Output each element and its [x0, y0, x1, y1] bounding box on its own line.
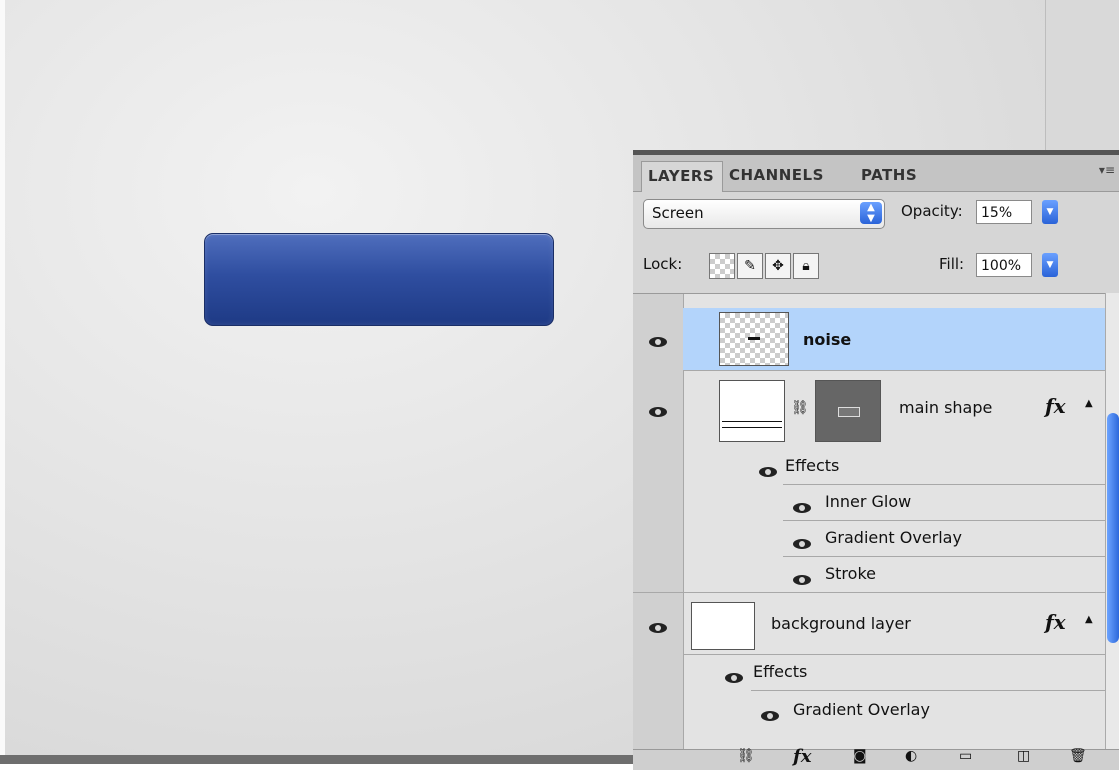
eye-icon[interactable] — [649, 618, 667, 637]
panel-tabs: LAYERS CHANNELS PATHS ▾≡ — [633, 155, 1119, 192]
lock-transparent-pixels-icon[interactable] — [709, 253, 735, 279]
chain-link-icon[interactable]: ⛓ — [791, 400, 809, 416]
row-divider — [751, 690, 1105, 691]
layers-list: noise ⛓ main shape fx ▲ Effects Inner Gl… — [633, 293, 1105, 750]
row-divider — [683, 654, 1105, 655]
eye-icon[interactable] — [759, 462, 777, 481]
scrollbar-thumb[interactable] — [1107, 413, 1119, 643]
new-group-icon[interactable]: ▭ — [959, 748, 972, 764]
up-down-arrows-icon[interactable]: ▲ ▼ — [860, 202, 882, 224]
tab-channels[interactable]: CHANNELS — [729, 161, 847, 191]
collapse-triangle-icon[interactable]: ▲ — [1085, 614, 1093, 625]
layers-panel: LAYERS CHANNELS PATHS ▾≡ Screen ▲ ▼ Opaci… — [633, 150, 1119, 770]
row-divider — [683, 370, 1105, 371]
row-divider — [783, 556, 1105, 557]
link-layers-icon[interactable]: ⛓ — [737, 748, 755, 764]
eye-icon[interactable] — [793, 534, 811, 553]
canvas-edge — [0, 0, 5, 764]
effect-gradient-overlay[interactable]: Gradient Overlay — [825, 528, 962, 547]
row-divider — [783, 484, 1105, 485]
opacity-field[interactable]: 15% — [976, 200, 1032, 224]
effects-label: Effects — [753, 662, 808, 681]
effect-stroke[interactable]: Stroke — [825, 564, 876, 583]
effect-gradient-overlay[interactable]: Gradient Overlay — [793, 700, 930, 719]
effect-inner-glow[interactable]: Inner Glow — [825, 492, 911, 511]
layer-thumbnail-noise — [719, 312, 789, 366]
opacity-label: Opacity: — [901, 202, 963, 220]
blend-mode-select[interactable]: Screen ▲ ▼ — [643, 199, 885, 229]
layer-name-main-shape[interactable]: main shape — [899, 398, 992, 417]
eye-icon[interactable] — [649, 332, 667, 351]
layer-fx-icon[interactable]: fx — [1045, 394, 1066, 418]
blend-mode-value: Screen — [652, 204, 704, 222]
lock-image-pixels-icon[interactable]: ✎ — [737, 253, 763, 279]
row-divider — [783, 520, 1105, 521]
adjustment-layer-icon[interactable]: ◐ — [905, 748, 917, 764]
effects-label: Effects — [785, 456, 840, 475]
panel-menu-icon[interactable]: ▾≡ — [1099, 163, 1115, 177]
collapse-triangle-icon[interactable]: ▲ — [1085, 398, 1093, 409]
fill-dropdown-icon[interactable]: ▼ — [1042, 253, 1058, 277]
eye-icon[interactable] — [725, 668, 743, 687]
trash-icon[interactable]: 🗑︎ — [1069, 748, 1087, 764]
fill-label: Fill: — [939, 255, 965, 273]
lock-position-icon[interactable]: ✥ — [765, 253, 791, 279]
eye-icon[interactable] — [649, 402, 667, 421]
eye-icon[interactable] — [761, 706, 779, 725]
tab-paths[interactable]: PATHS — [861, 161, 941, 191]
layers-footer-toolbar: ⛓ fx ◙ ◐ ▭ ◫ 🗑︎ — [633, 746, 1119, 770]
layer-name-noise[interactable]: noise — [803, 330, 851, 349]
layer-thumbnail-main-shape — [719, 380, 785, 442]
layer-name-background[interactable]: background layer — [771, 614, 911, 633]
blue-rounded-button-shape — [204, 233, 554, 326]
visibility-column — [633, 294, 684, 750]
lock-all-icon[interactable]: 🔒︎ — [793, 253, 819, 279]
layer-thumbnail-background — [691, 602, 755, 650]
new-layer-icon[interactable]: ◫ — [1017, 748, 1030, 764]
row-divider — [633, 592, 1105, 593]
tab-layers[interactable]: LAYERS — [641, 161, 723, 192]
eye-icon[interactable] — [793, 498, 811, 517]
opacity-dropdown-icon[interactable]: ▼ — [1042, 200, 1058, 224]
fill-field[interactable]: 100% — [976, 253, 1032, 277]
layer-fx-icon[interactable]: fx — [1045, 610, 1066, 634]
layers-scrollbar[interactable] — [1105, 293, 1119, 749]
vector-mask-thumbnail — [815, 380, 881, 442]
add-mask-icon[interactable]: ◙ — [853, 748, 867, 764]
eye-icon[interactable] — [793, 570, 811, 589]
lock-label: Lock: — [643, 255, 683, 273]
